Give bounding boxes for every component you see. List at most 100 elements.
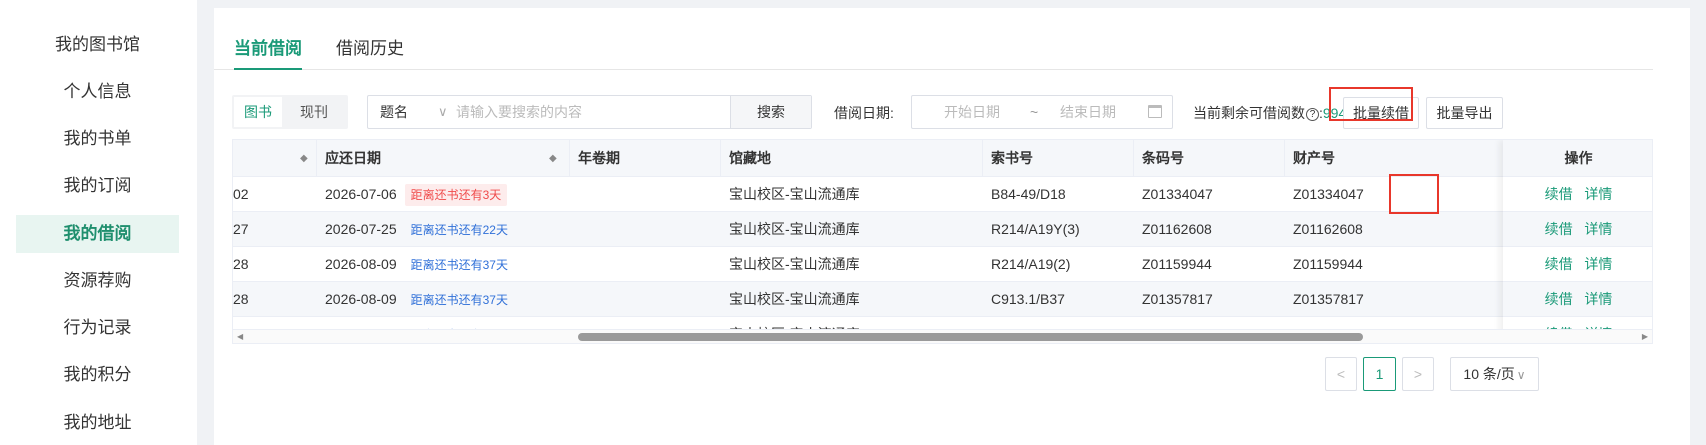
sidebar-item-behavior-records[interactable]: 行为记录	[16, 309, 179, 347]
cell-due-date: 2026-07-06 距离还书还有3天	[317, 177, 508, 212]
table-row: 28 2026-08-09 距离还书还有37天 宝山校区-宝山流通库 C913.1…	[233, 282, 1652, 317]
renew-link[interactable]: 续借	[1545, 291, 1573, 307]
highlight-box-renew	[1389, 174, 1439, 214]
page-size-select[interactable]: 10 条/页 ∨	[1450, 357, 1539, 391]
scroll-left-icon[interactable]: ◀	[237, 330, 243, 343]
cell-due-date: 2026-08-09 距离还书还有37天	[317, 247, 514, 282]
cell-barcode: Z01159944	[1142, 256, 1212, 272]
renew-link[interactable]: 续借	[1545, 221, 1573, 237]
next-page-button[interactable]: >	[1402, 357, 1434, 391]
batch-export-button[interactable]: 批量导出	[1426, 97, 1503, 129]
cell-location: 宝山校区-宝山流通库	[729, 291, 860, 307]
renew-link[interactable]: 续借	[1545, 186, 1573, 202]
sort-icon[interactable]: ◆	[300, 140, 308, 177]
column-header-due-date: 应还日期 ◆	[317, 140, 570, 177]
tab-current-borrowing[interactable]: 当前借阅	[234, 34, 302, 70]
detail-link[interactable]: 详情	[1584, 256, 1612, 272]
sidebar-item-my-library[interactable]: 我的图书馆	[16, 26, 179, 64]
horizontal-scrollbar[interactable]: ◀ ▶	[233, 329, 1652, 343]
cell-barcode: Z01357817	[1142, 291, 1213, 307]
cell-location: 宝山校区-宝山流通库	[729, 221, 860, 237]
column-header-volume: 年卷期	[570, 140, 721, 177]
sidebar-item-my-subscriptions[interactable]: 我的订阅	[16, 167, 179, 205]
sidebar-item-resource-recommend[interactable]: 资源荐购	[16, 262, 179, 300]
sidebar-item-my-borrowing[interactable]: 我的借阅	[16, 215, 179, 253]
highlight-box-batch-renew	[1329, 87, 1413, 121]
help-icon[interactable]: ?	[1306, 108, 1319, 121]
sidebar-item-my-points[interactable]: 我的积分	[16, 356, 179, 394]
sidebar: 我的图书馆 个人信息 我的书单 我的订阅 我的借阅 资源荐购 行为记录 我的积分…	[0, 0, 197, 445]
search-field-label: 题名	[380, 104, 408, 120]
column-header-label: 应还日期	[325, 150, 381, 166]
operations-cell: 续借 详情	[1503, 282, 1652, 317]
scroll-right-icon[interactable]: ▶	[1642, 330, 1648, 343]
search-field-select[interactable]: 题名 ∨	[368, 96, 456, 128]
sort-icon[interactable]: ◆	[549, 140, 557, 177]
remaining-days-badge: 距离还书还有22天	[410, 223, 508, 238]
end-date-input[interactable]: 结束日期	[1060, 96, 1116, 128]
main-panel: 当前借阅 借阅历史 图书 现刊 题名 ∨ 搜索 借阅日期: 开始日期 ~ 结束日…	[214, 8, 1690, 445]
column-header-barcode: 条码号	[1134, 140, 1285, 177]
renew-link[interactable]: 续借	[1545, 256, 1573, 272]
remaining-label: 当前剩余可借阅数	[1193, 105, 1305, 121]
cell-volume	[570, 212, 578, 247]
scrollbar-thumb[interactable]	[578, 333, 1363, 341]
column-header-property-number: 财产号	[1285, 140, 1505, 177]
tab-borrowing-history[interactable]: 借阅历史	[336, 34, 404, 70]
cell-volume	[570, 247, 578, 282]
remaining-days-badge: 距离还书还有37天	[410, 293, 508, 308]
cell-call-number: B84-49/D18	[991, 186, 1066, 202]
cell-volume	[570, 282, 578, 317]
cell-due-date: 2026-07-25 距离还书还有22天	[317, 212, 514, 247]
due-date: 2026-08-09	[325, 256, 397, 272]
operations-cell: 续借 详情	[1503, 247, 1652, 282]
column-header-call-number: 索书号	[983, 140, 1134, 177]
cell-prev: 28	[233, 291, 249, 307]
cell-location: 宝山校区-宝山流通库	[729, 256, 860, 272]
search-box: 题名 ∨ 搜索	[367, 95, 812, 129]
table-header: ◆ 应还日期 ◆ 年卷期 馆藏地 索书号 条码号 财产号	[233, 140, 1652, 177]
type-journals-button[interactable]: 现刊	[290, 97, 338, 127]
detail-link[interactable]: 详情	[1584, 221, 1612, 237]
detail-link[interactable]: 详情	[1584, 186, 1612, 202]
remaining-days-badge: 距离还书还有37天	[410, 258, 508, 273]
resource-type-switch: 图书 现刊	[232, 95, 348, 129]
cell-prev: 02	[233, 186, 249, 202]
page-size-label: 10 条/页	[1463, 366, 1515, 382]
cell-property-number: Z01159944	[1293, 256, 1363, 272]
cell-property-number: Z01334047	[1293, 186, 1364, 202]
calendar-icon[interactable]	[1148, 105, 1162, 118]
date-separator: ~	[1030, 104, 1039, 120]
due-date: 2026-07-25	[325, 221, 397, 237]
cell-barcode: Z01162608	[1142, 221, 1212, 237]
cell-call-number: C913.1/B37	[991, 291, 1065, 307]
sidebar-item-my-address[interactable]: 我的地址	[16, 404, 179, 442]
cell-property-number: Z01357817	[1293, 291, 1364, 307]
table-row: 27 2026-07-25 距离还书还有22天 宝山校区-宝山流通库 R214/A…	[233, 212, 1652, 247]
operations-cell: 续借 详情	[1503, 177, 1652, 212]
cell-property-number: Z01162608	[1293, 221, 1363, 237]
cell-call-number: R214/A19Y(3)	[991, 221, 1080, 237]
sidebar-item-personal-info[interactable]: 个人信息	[16, 73, 179, 111]
operations-cell: 续借 详情	[1503, 212, 1652, 247]
cell-prev: 28	[233, 256, 249, 272]
borrow-date-label: 借阅日期:	[834, 105, 894, 121]
type-books-button[interactable]: 图书	[234, 97, 282, 127]
search-input[interactable]	[456, 96, 721, 128]
due-date: 2026-07-06	[325, 186, 397, 202]
cell-volume	[570, 177, 578, 212]
prev-page-button[interactable]: <	[1325, 357, 1357, 391]
sidebar-item-my-booklist[interactable]: 我的书单	[16, 120, 179, 158]
detail-link[interactable]: 详情	[1584, 291, 1612, 307]
cell-due-date: 2026-08-09 距离还书还有37天	[317, 282, 514, 317]
cell-prev: 27	[233, 221, 249, 237]
page-button-1[interactable]: 1	[1363, 357, 1396, 391]
cell-barcode: Z01334047	[1142, 186, 1213, 202]
table-row: 28 2026-08-09 距离还书还有37天 宝山校区-宝山流通库 R214/A…	[233, 247, 1652, 282]
search-button[interactable]: 搜索	[730, 96, 811, 128]
remaining-days-badge: 距离还书还有3天	[404, 184, 508, 207]
date-range-picker: 开始日期 ~ 结束日期	[911, 95, 1173, 129]
column-header-location: 馆藏地	[721, 140, 983, 177]
start-date-input[interactable]: 开始日期	[944, 96, 1000, 128]
tab-bar: 当前借阅 借阅历史	[214, 8, 1653, 70]
